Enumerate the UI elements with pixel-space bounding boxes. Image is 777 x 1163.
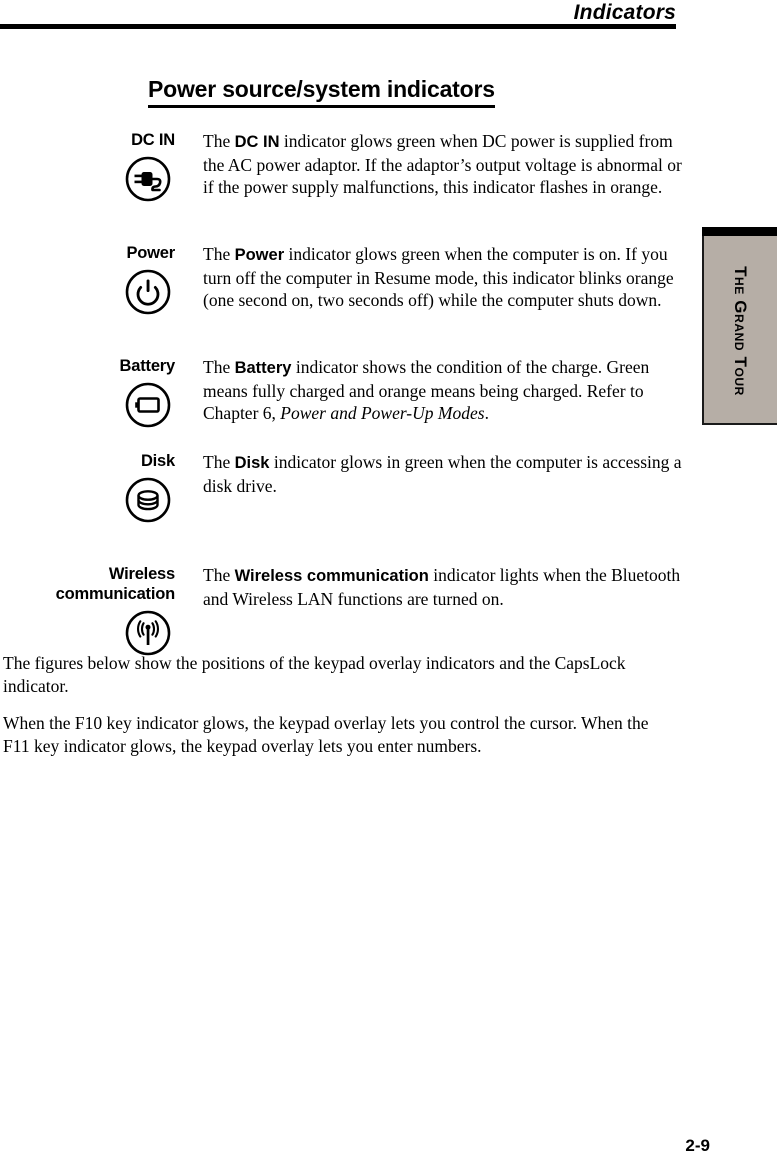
text-suffix: indicator glows in green when the comput… — [203, 452, 682, 496]
indicator-description-wireless: The Wireless communication indicator lig… — [203, 564, 685, 610]
battery-icon — [124, 381, 172, 429]
chapter-tab-label-wrap: The Grand Tour — [702, 236, 777, 425]
indicator-row: DC IN The DC IN indicator glows green wh… — [0, 130, 700, 243]
power-symbol-icon — [124, 268, 172, 316]
text-bold: Disk — [234, 454, 270, 472]
header-rule — [0, 24, 676, 29]
text-bold: Battery — [234, 359, 292, 377]
wireless-antenna-icon — [124, 609, 172, 657]
indicator-label-wireless: Wireless communication — [0, 564, 176, 604]
text-bold: DC IN — [234, 133, 280, 151]
page-title: Power source/system indicators — [148, 76, 495, 108]
body-paragraph-1: The figures below show the positions of … — [3, 653, 626, 696]
text-bold: Power — [234, 246, 285, 264]
indicator-list: DC IN The DC IN indicator glows green wh… — [0, 130, 700, 674]
indicator-row: Disk The Disk indicator glows in green w… — [0, 451, 700, 564]
indicator-label-disk: Disk — [140, 452, 175, 470]
indicator-description-battery: The Battery indicator shows the conditio… — [203, 356, 685, 425]
text-prefix: The — [203, 452, 235, 472]
chapter-tab-bar — [702, 227, 777, 236]
indicator-label-wireless-line1: Wireless — [108, 565, 175, 583]
text-italic: Power and Power-Up Modes — [280, 403, 485, 424]
running-header-title: Indicators — [573, 1, 676, 24]
page-number: 2-9 — [685, 1136, 710, 1155]
indicator-description-power: The Power indicator glows green when the… — [203, 243, 685, 312]
text-prefix: The — [203, 244, 235, 264]
indicator-row: Battery The Battery indicator shows the … — [0, 356, 700, 451]
indicator-label-wireless-line2: communication — [55, 585, 176, 603]
indicator-description-disk: The Disk indicator glows in green when t… — [203, 451, 685, 497]
dc-in-plug-icon — [124, 155, 172, 203]
text-prefix: The — [203, 565, 235, 585]
text-tail: . — [484, 403, 489, 424]
indicator-label-battery: Battery — [119, 357, 176, 375]
indicator-row: Power The Power indicator glows green wh… — [0, 243, 700, 356]
text-prefix: The — [203, 357, 235, 377]
chapter-tab-label: The Grand Tour — [730, 265, 750, 396]
indicator-label-dc-in: DC IN — [131, 131, 175, 149]
text-prefix: The — [203, 131, 235, 151]
indicator-description-dc-in: The DC IN indicator glows green when DC … — [203, 130, 685, 199]
disk-stack-icon — [124, 476, 172, 524]
text-bold: Wireless communication — [234, 567, 429, 585]
body-paragraph-2: When the F10 key indicator glows, the ke… — [3, 713, 649, 756]
indicator-label-power: Power — [126, 244, 175, 262]
